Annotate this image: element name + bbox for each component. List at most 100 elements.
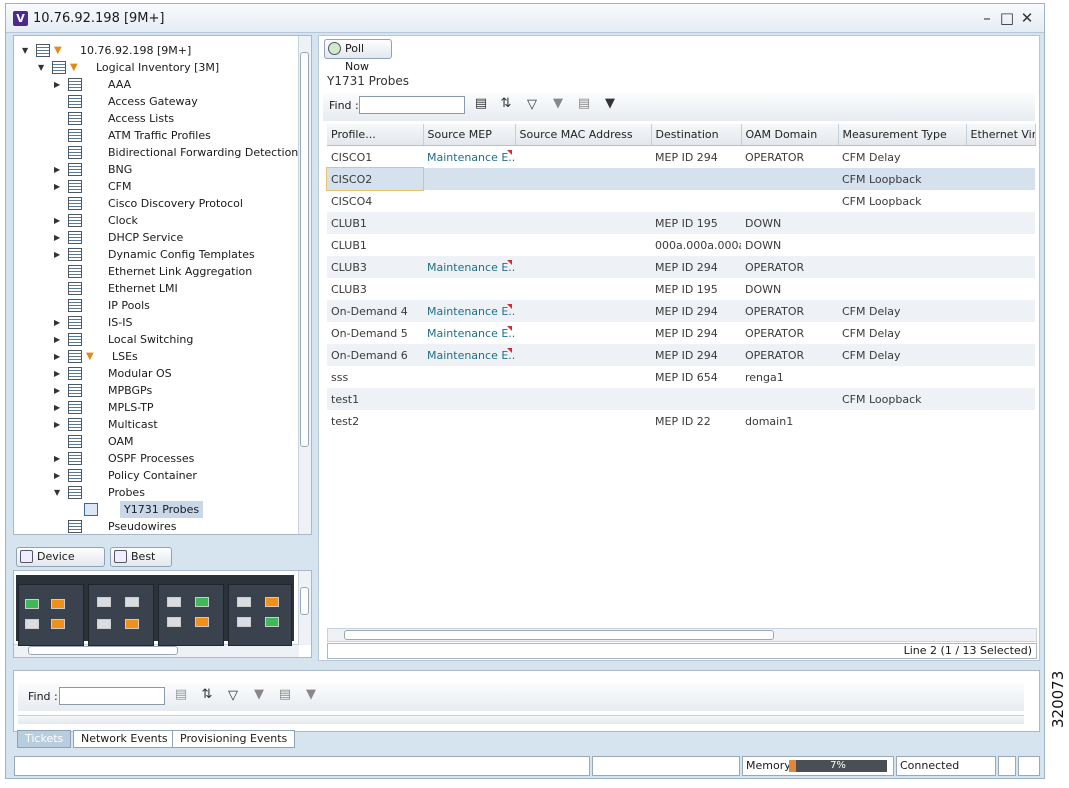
table-row[interactable]: CLUB3 Maintenance E... MEP ID 294 OPERATOR [327, 256, 1035, 278]
tree-node-bng[interactable]: ▶ BNG [14, 161, 299, 178]
table-row[interactable]: test2 MEP ID 22 domain1 [327, 410, 1035, 432]
minimize-icon[interactable]: – [978, 9, 996, 27]
table-row[interactable]: On-Demand 6 Maintenance E... MEP ID 294 OPE… [327, 344, 1035, 366]
column-header[interactable]: OAM Domain [741, 124, 839, 146]
collapse-arrow-icon[interactable]: ▶ [54, 314, 62, 331]
port[interactable] [97, 597, 111, 607]
device-zoom-button[interactable]: Device Zoom [16, 547, 105, 581]
events-export-icon[interactable]: ▤ [278, 688, 292, 702]
port[interactable] [195, 597, 209, 607]
collapse-arrow-icon[interactable]: ▶ [54, 246, 62, 263]
table-row[interactable]: sss MEP ID 654 renga1 [327, 366, 1035, 388]
device-slot-2[interactable] [88, 584, 154, 646]
tree-node-modular-os[interactable]: ▶ Modular OS [14, 365, 299, 382]
close-icon[interactable]: ✕ [1018, 9, 1036, 27]
events-column-filter-icon[interactable]: ▼ [304, 688, 318, 702]
expand-arrow-icon[interactable]: ▼ [38, 59, 46, 76]
tree-node-aaa[interactable]: ▶ AAA [14, 76, 299, 93]
tab-network-events[interactable]: Network Events [73, 730, 176, 748]
port[interactable] [167, 617, 181, 627]
tree-node-device[interactable]: ▼ ▼ 10.76.92.198 [9M+] [14, 42, 299, 59]
column-header[interactable]: Ethernet Virtu [966, 124, 1036, 146]
table-row[interactable]: CLUB3 MEP ID 195 DOWN [327, 278, 1035, 300]
tree-node-ethernet-lmi[interactable]: Ethernet LMI [14, 280, 299, 297]
sort-icon[interactable]: ⇅ [499, 97, 513, 111]
collapse-arrow-icon[interactable]: ▶ [54, 161, 62, 178]
collapse-arrow-icon[interactable]: ▶ [54, 450, 62, 467]
tree-node-probes[interactable]: ▼ Probes [14, 484, 299, 501]
port[interactable] [195, 617, 209, 627]
port[interactable] [237, 617, 251, 627]
collapse-arrow-icon[interactable]: ▶ [54, 382, 62, 399]
table-hscroll-thumb[interactable] [344, 630, 774, 640]
collapse-arrow-icon[interactable]: ▶ [54, 399, 62, 416]
tree-node-pseudowires[interactable]: Pseudowires [14, 518, 299, 534]
device-vscroll-thumb[interactable] [300, 587, 309, 615]
device-slot-1[interactable] [18, 584, 84, 646]
tree-node-policy-container[interactable]: ▶ Policy Container [14, 467, 299, 484]
maximize-icon[interactable]: □ [998, 9, 1016, 27]
tree-node-cfm[interactable]: ▶ CFM [14, 178, 299, 195]
tree-node-lses[interactable]: ▶ ▼ LSEs [14, 348, 299, 365]
column-header[interactable]: Profile... [327, 124, 424, 146]
collapse-arrow-icon[interactable]: ▶ [54, 178, 62, 195]
collapse-arrow-icon[interactable]: ▶ [54, 229, 62, 246]
best-fit-button[interactable]: Best Fit [110, 547, 172, 581]
port[interactable] [25, 599, 39, 609]
tree-node-is-is[interactable]: ▶ IS-IS [14, 314, 299, 331]
tab-provisioning-events[interactable]: Provisioning Events [172, 730, 296, 748]
events-advanced-filter-icon[interactable]: ▼ [252, 688, 266, 702]
collapse-arrow-icon[interactable]: ▶ [54, 212, 62, 229]
table-row[interactable]: CISCO2 CFM Loopback [326, 167, 1035, 191]
tree-node-access-gateway[interactable]: Access Gateway [14, 93, 299, 110]
column-header[interactable]: Source MEP [423, 124, 516, 146]
tree-node-atm-traffic-profiles[interactable]: ATM Traffic Profiles [14, 127, 299, 144]
tree-node-clock[interactable]: ▶ Clock [14, 212, 299, 229]
port[interactable] [265, 597, 279, 607]
tree-node-oam[interactable]: OAM [14, 433, 299, 450]
tree-node-access-lists[interactable]: Access Lists [14, 110, 299, 127]
collapse-arrow-icon[interactable]: ▶ [54, 76, 62, 93]
export-icon[interactable]: ▤ [577, 97, 591, 111]
table-row[interactable]: On-Demand 4 Maintenance E... MEP ID 294 OPE… [327, 300, 1035, 322]
tree-node-multicast[interactable]: ▶ Multicast [14, 416, 299, 433]
device-hscroll-thumb[interactable] [28, 646, 178, 655]
find-input[interactable] [359, 96, 465, 114]
table-hscroll[interactable] [327, 628, 1037, 642]
tree-scrollbar[interactable] [298, 36, 311, 534]
collapse-arrow-icon[interactable]: ▶ [54, 416, 62, 433]
tree-scroll-thumb[interactable] [300, 52, 309, 447]
column-header[interactable]: Destination [651, 124, 742, 146]
expand-arrow-icon[interactable]: ▼ [54, 484, 62, 501]
tree-node-mpls-tp[interactable]: ▶ MPLS-TP [14, 399, 299, 416]
tree-node-dynamic-config-templates[interactable]: ▶ Dynamic Config Templates [14, 246, 299, 263]
port[interactable] [167, 597, 181, 607]
collapse-arrow-icon[interactable]: ▶ [54, 348, 62, 365]
tree-node-logical-inventory[interactable]: ▼ ▼ Logical Inventory [3M] [14, 59, 299, 76]
tree-node-ethernet-link-aggregation[interactable]: Ethernet Link Aggregation [14, 263, 299, 280]
tree-node-local-switching[interactable]: ▶ Local Switching [14, 331, 299, 348]
port[interactable] [97, 619, 111, 629]
events-filter-icon[interactable]: ▽ [226, 689, 240, 703]
port[interactable] [25, 619, 39, 629]
column-filter-icon[interactable]: ▼ [603, 97, 617, 111]
table-row[interactable]: On-Demand 5 Maintenance E... MEP ID 294 OPE… [327, 322, 1035, 344]
tree-node-cisco-discovery-protocol[interactable]: Cisco Discovery Protocol [14, 195, 299, 212]
filter-icon[interactable]: ▽ [525, 98, 539, 112]
column-header[interactable]: Source MAC Address [515, 124, 652, 146]
tree-node-bidirectional-forwarding-detection[interactable]: Bidirectional Forwarding Detection [14, 144, 299, 161]
tree-node-ospf-processes[interactable]: ▶ OSPF Processes [14, 450, 299, 467]
events-save-icon[interactable]: ▤ [174, 688, 188, 702]
port[interactable] [125, 597, 139, 607]
port[interactable] [51, 599, 65, 609]
table-row[interactable]: test1 CFM Loopback [327, 388, 1035, 410]
events-find-input[interactable] [59, 687, 165, 705]
port[interactable] [51, 619, 65, 629]
column-header[interactable]: Measurement Type [838, 124, 967, 146]
events-sort-icon[interactable]: ⇅ [200, 688, 214, 702]
table-row[interactable]: CLUB1 000a.000a.000a DOWN [327, 234, 1035, 256]
poll-now-button[interactable]: Poll Now [324, 39, 392, 73]
port[interactable] [237, 597, 251, 607]
tab-tickets[interactable]: Tickets [17, 730, 72, 748]
port[interactable] [125, 619, 139, 629]
